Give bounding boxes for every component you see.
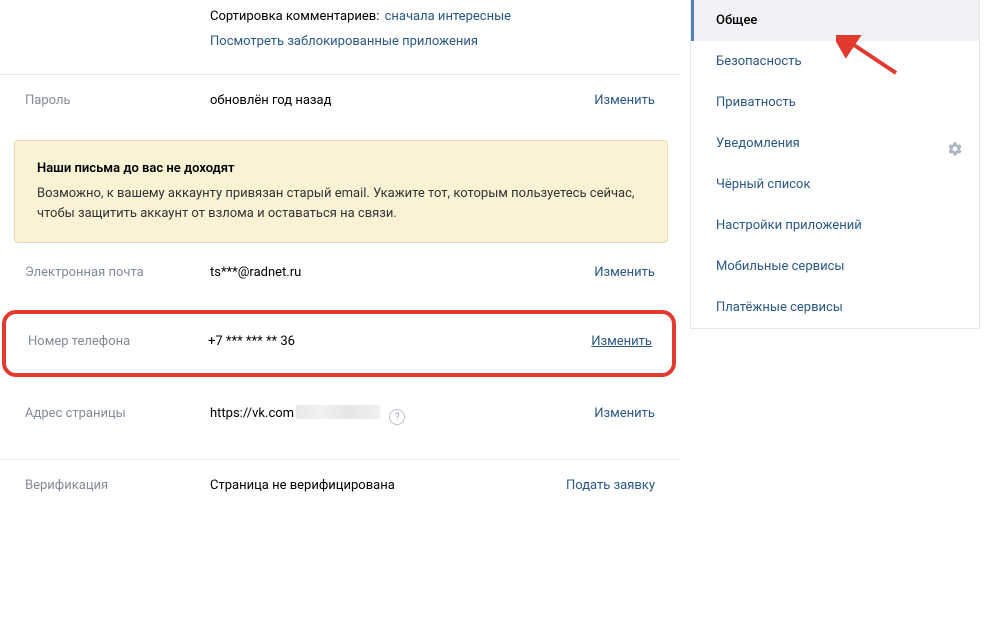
page-address-change-link[interactable]: Изменить (594, 406, 655, 421)
sidebar-item-mobile[interactable]: Мобильные сервисы (691, 246, 979, 287)
phone-row-highlight: Номер телефона +7 *** *** ** 36 Изменить (2, 310, 676, 377)
email-label: Электронная почта (25, 265, 210, 280)
page-address-row: Адрес страницы https://vk.com ? Изменить (0, 383, 680, 444)
sidebar-item-app-settings[interactable]: Настройки приложений (691, 205, 979, 246)
help-icon[interactable]: ? (389, 409, 405, 425)
email-value: ts***@radnet.ru (210, 265, 594, 280)
phone-label: Номер телефона (28, 334, 208, 349)
sidebar-item-privacy[interactable]: Приватность (691, 82, 979, 123)
sidebar-item-general[interactable]: Общее (691, 0, 979, 41)
email-warning-box: Наши письма до вас не доходят Возможно, … (14, 140, 668, 242)
verification-apply-link[interactable]: Подать заявку (566, 478, 655, 493)
phone-change-link[interactable]: Изменить (591, 334, 652, 349)
password-change-link[interactable]: Изменить (594, 93, 655, 108)
comment-sort-label: Сортировка комментариев: (210, 9, 379, 24)
verification-value: Страница не верифицирована (210, 478, 566, 493)
phone-value: +7 *** *** ** 36 (208, 334, 591, 349)
email-row: Электронная почта ts***@radnet.ru Измени… (0, 261, 680, 298)
settings-main-panel: Сортировка комментариев: сначала интерес… (0, 0, 680, 620)
top-settings-block: Сортировка комментариев: сначала интерес… (0, 0, 680, 74)
settings-sidebar: Общее Безопасность Приватность Уведомлен… (690, 0, 980, 329)
page-address-url: https://vk.com (210, 406, 294, 421)
sidebar-item-security[interactable]: Безопасность (691, 41, 979, 82)
password-row: Пароль обновлён год назад Изменить (0, 74, 680, 126)
page-address-value: https://vk.com ? (210, 405, 594, 426)
warning-title: Наши письма до вас не доходят (37, 159, 645, 179)
comment-sort-value[interactable]: сначала интересные (385, 9, 511, 24)
verification-label: Верификация (25, 478, 210, 493)
sidebar-item-payments[interactable]: Платёжные сервисы (691, 287, 979, 328)
page-address-label: Адрес страницы (25, 406, 210, 421)
email-change-link[interactable]: Изменить (594, 265, 655, 280)
sidebar-item-notifications[interactable]: Уведомления (691, 123, 979, 164)
blocked-apps-link[interactable]: Посмотреть заблокированные приложения (210, 34, 478, 49)
password-value: обновлён год назад (210, 93, 594, 108)
gear-icon[interactable] (947, 141, 963, 161)
warning-text: Возможно, к вашему аккаунту привязан ста… (37, 184, 645, 224)
sidebar-item-blacklist[interactable]: Чёрный список (691, 164, 979, 205)
verification-row: Верификация Страница не верифицирована П… (0, 459, 680, 511)
page-id-blurred (296, 405, 380, 419)
password-label: Пароль (25, 93, 210, 108)
